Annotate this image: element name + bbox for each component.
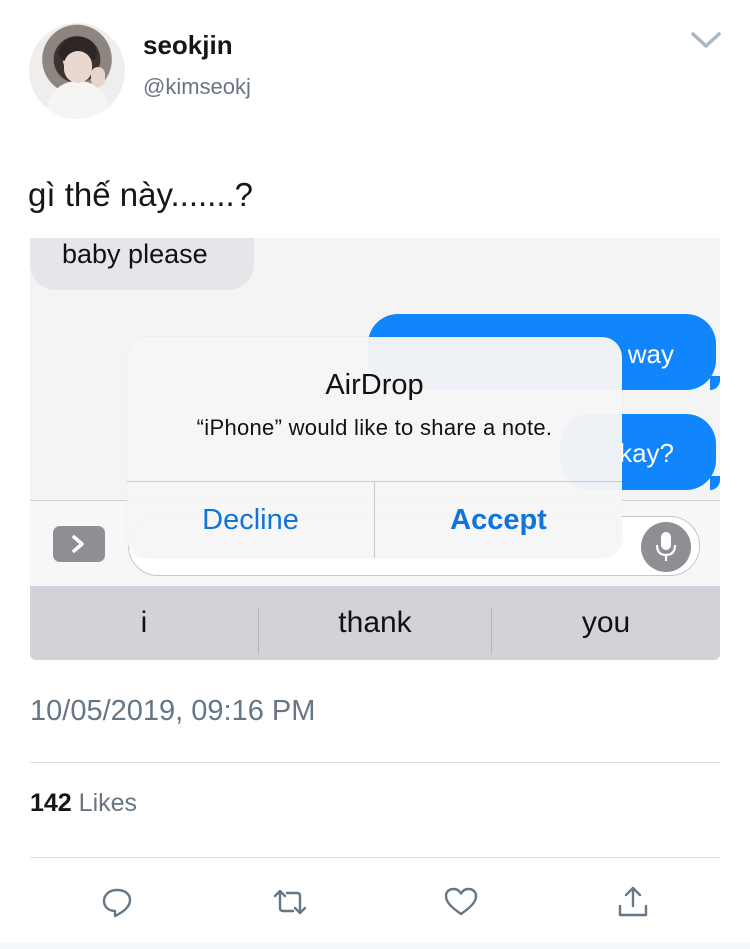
share-icon[interactable]	[615, 884, 651, 920]
retweet-icon[interactable]	[272, 884, 308, 920]
apps-button[interactable]	[53, 526, 105, 562]
tweet-text: gì thế này.......?	[28, 176, 254, 213]
likes-link[interactable]: 142 Likes	[30, 789, 137, 818]
avatar-face	[64, 51, 92, 83]
bottom-border	[0, 943, 750, 949]
reply-icon[interactable]	[99, 884, 135, 920]
predictive-suggestion[interactable]: thank	[259, 586, 491, 660]
incoming-message-text: baby please	[62, 239, 208, 269]
microphone-icon	[655, 532, 677, 561]
alert-title: AirDrop	[325, 369, 424, 401]
predictive-suggestion[interactable]: i	[30, 586, 258, 660]
heart-icon[interactable]	[443, 884, 479, 920]
alert-message: “iPhone” would like to share a note.	[196, 415, 553, 440]
likes-label: Likes	[78, 789, 138, 817]
bubble-tail	[710, 376, 720, 390]
chevron-right-icon	[72, 535, 84, 553]
tweet-timestamp[interactable]: 10/05/2019, 09:16 PM	[30, 695, 315, 728]
divider	[30, 762, 720, 763]
avatar-hand	[91, 67, 105, 87]
display-name[interactable]: seokjin	[143, 30, 233, 61]
predictive-text-bar: i thank you	[30, 586, 720, 660]
attached-screenshot[interactable]: baby please way kay? i thank you AirDrop…	[30, 238, 720, 660]
dictation-button[interactable]	[641, 522, 691, 572]
user-handle[interactable]: @kimseokj	[143, 74, 251, 100]
likes-count: 142	[30, 789, 72, 817]
airdrop-alert: AirDrop “iPhone” would like to share a n…	[127, 337, 622, 558]
accept-button[interactable]: Accept	[375, 482, 622, 558]
bubble-tail	[710, 476, 720, 490]
divider	[30, 857, 720, 858]
incoming-message-bubble: baby please	[30, 238, 254, 290]
outgoing-message-text: way	[627, 339, 674, 369]
outgoing-message-text: kay?	[619, 438, 674, 468]
decline-button[interactable]: Decline	[127, 482, 374, 558]
chevron-down-icon[interactable]	[690, 30, 722, 50]
predictive-suggestion[interactable]: you	[492, 586, 720, 660]
avatar[interactable]	[29, 23, 125, 119]
